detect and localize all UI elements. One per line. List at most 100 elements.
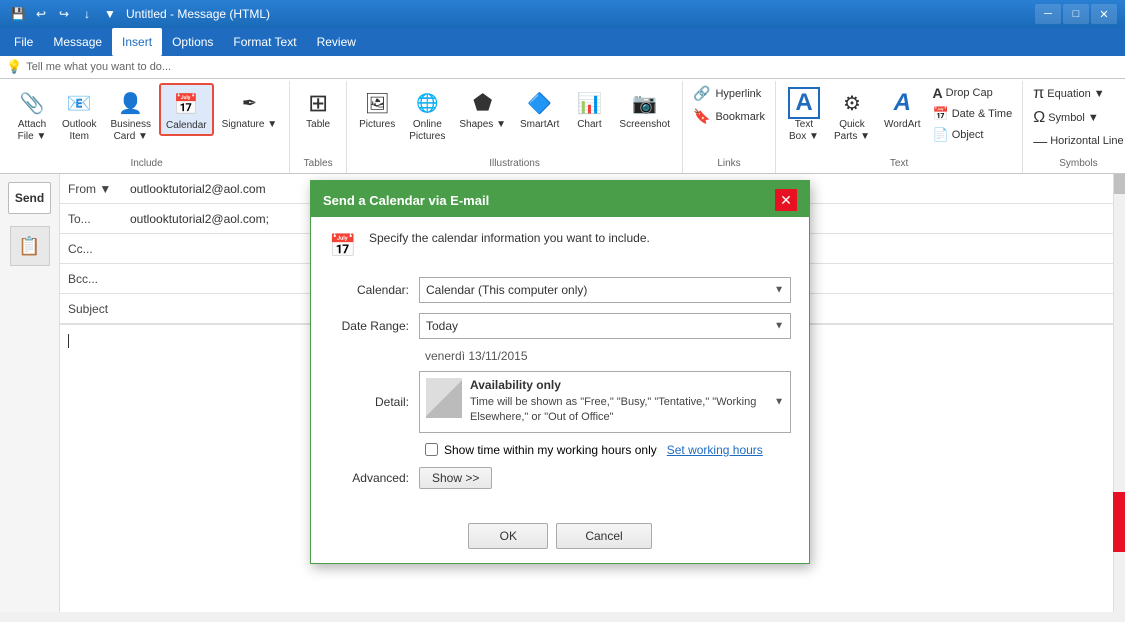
- signature-button[interactable]: ✒ Signature ▼: [216, 83, 283, 134]
- dropdown-icon[interactable]: ▼: [100, 4, 120, 24]
- menu-options[interactable]: Options: [162, 28, 223, 56]
- close-button[interactable]: ✕: [1091, 4, 1117, 24]
- calendar-small-icon: 📅: [329, 233, 359, 263]
- attach-file-button[interactable]: 📎 AttachFile ▼: [10, 83, 54, 147]
- menu-review[interactable]: Review: [307, 28, 366, 56]
- chart-label: Chart: [577, 119, 601, 130]
- symbols-group-label: Symbols: [1059, 158, 1097, 171]
- table-icon: ⊞: [302, 87, 334, 119]
- online-pictures-icon: 🌐: [411, 87, 443, 119]
- outlook-item-label: OutlookItem: [62, 119, 96, 143]
- calendar-button[interactable]: 📅 Calendar: [159, 83, 214, 136]
- calendar-select-wrap: Calendar (This computer only) ▼: [419, 277, 791, 303]
- business-card-button[interactable]: 👤 BusinessCard ▼: [104, 83, 157, 147]
- ribbon-illustrations-items: 🖼 Pictures 🌐 OnlinePictures ⬟ Shapes ▼ 🔷…: [353, 83, 676, 158]
- attach-file-label: AttachFile ▼: [18, 119, 47, 143]
- calendar-row: Calendar: Calendar (This computer only) …: [329, 277, 791, 303]
- ribbon-group-text: A TextBox ▼ ⚙ QuickParts ▼ A WordArt A D…: [776, 81, 1023, 173]
- subject-label: Subject: [68, 302, 128, 316]
- send-button[interactable]: Send: [8, 182, 51, 214]
- scrollbar-thumb[interactable]: [1114, 174, 1125, 194]
- date-display-text: venerdì 13/11/2015: [425, 349, 791, 363]
- ribbon-tables-items: ⊞ Table: [296, 83, 340, 158]
- redo-icon[interactable]: ↪: [54, 4, 74, 24]
- hyperlink-button[interactable]: 🔗 Hyperlink: [689, 83, 769, 104]
- outlook-item-button[interactable]: 📧 OutlookItem: [56, 83, 102, 147]
- email-sidebar: Send 📋: [0, 174, 60, 612]
- horizontal-line-button[interactable]: — Horizontal Line: [1029, 131, 1125, 151]
- shapes-label: Shapes ▼: [459, 119, 506, 130]
- screenshot-button[interactable]: 📷 Screenshot: [613, 83, 676, 134]
- include-group-label: Include: [130, 158, 162, 171]
- wordart-label: WordArt: [884, 119, 921, 130]
- detail-label: Detail:: [329, 395, 419, 409]
- from-label[interactable]: From ▼: [68, 182, 128, 196]
- cancel-button[interactable]: Cancel: [556, 523, 651, 549]
- save-icon[interactable]: 💾: [8, 4, 28, 24]
- attach-file-icon: 📎: [16, 87, 48, 119]
- equation-icon: π: [1033, 85, 1044, 103]
- working-hours-checkbox[interactable]: [425, 443, 438, 456]
- signature-icon: ✒: [233, 87, 265, 119]
- advanced-show-button[interactable]: Show >>: [419, 467, 492, 489]
- tell-me-bar[interactable]: 💡 Tell me what you want to do...: [0, 56, 1125, 79]
- business-card-icon: 👤: [115, 87, 147, 119]
- ribbon-group-include: 📎 AttachFile ▼ 📧 OutlookItem 👤 BusinessC…: [4, 81, 290, 173]
- calendar-select[interactable]: Calendar (This computer only) ▼: [419, 277, 791, 303]
- object-button[interactable]: 📄 Object: [929, 125, 1017, 145]
- advanced-row: Advanced: Show >>: [329, 467, 791, 489]
- ribbon-text-items: A TextBox ▼ ⚙ QuickParts ▼ A WordArt A D…: [782, 83, 1016, 158]
- quick-parts-button[interactable]: ⚙ QuickParts ▼: [828, 83, 876, 147]
- chart-button[interactable]: 📊 Chart: [567, 83, 611, 134]
- table-button[interactable]: ⊞ Table: [296, 83, 340, 134]
- to-label[interactable]: To...: [68, 212, 128, 226]
- menu-insert[interactable]: Insert: [112, 28, 162, 56]
- symbol-button[interactable]: Ω Symbol ▼: [1029, 107, 1125, 129]
- ok-button[interactable]: OK: [468, 523, 548, 549]
- symbol-label: Symbol ▼: [1048, 112, 1099, 124]
- calendar-dialog: Send a Calendar via E-mail ✕ 📅 Specify t…: [310, 180, 810, 564]
- wordart-icon: A: [886, 87, 918, 119]
- object-label: Object: [952, 129, 984, 141]
- calendar-field-label: Calendar:: [329, 283, 419, 297]
- bcc-label[interactable]: Bcc...: [68, 272, 128, 286]
- minimize-button[interactable]: ─: [1035, 4, 1061, 24]
- equation-button[interactable]: π Equation ▼: [1029, 83, 1125, 105]
- drop-cap-button[interactable]: A Drop Cap: [929, 83, 1017, 103]
- ribbon-symbols-items: π Equation ▼ Ω Symbol ▼ — Horizontal Lin…: [1029, 83, 1125, 158]
- detail-area-wrap: Availability only Time will be shown as …: [419, 371, 791, 433]
- text-box-button[interactable]: A TextBox ▼: [782, 83, 826, 147]
- calendar-select-text: Calendar (This computer only): [426, 283, 784, 297]
- bookmark-button[interactable]: 🔖 Bookmark: [689, 106, 769, 127]
- down-icon[interactable]: ↓: [77, 4, 97, 24]
- date-time-button[interactable]: 📅 Date & Time: [929, 104, 1017, 124]
- symbol-icon: Ω: [1033, 109, 1045, 127]
- online-pictures-button[interactable]: 🌐 OnlinePictures: [403, 83, 451, 147]
- ribbon-include-items: 📎 AttachFile ▼ 📧 OutlookItem 👤 BusinessC…: [10, 83, 283, 158]
- date-range-label: Date Range:: [329, 319, 419, 333]
- calendar-icon: 📅: [170, 88, 202, 120]
- sidebar-placeholder-icon: 📋: [10, 226, 50, 266]
- undo-icon[interactable]: ↩: [31, 4, 51, 24]
- menu-file[interactable]: File: [4, 28, 43, 56]
- cc-label[interactable]: Cc...: [68, 242, 128, 256]
- illustrations-group-label: Illustrations: [489, 158, 540, 171]
- detail-select[interactable]: Availability only Time will be shown as …: [419, 371, 791, 433]
- calendar-label: Calendar: [166, 120, 207, 131]
- restore-button[interactable]: □: [1063, 4, 1089, 24]
- signature-label: Signature ▼: [222, 119, 277, 130]
- pictures-button[interactable]: 🖼 Pictures: [353, 83, 401, 134]
- dialog-footer: OK Cancel: [311, 515, 809, 563]
- menu-format-text[interactable]: Format Text: [223, 28, 306, 56]
- lightbulb-icon: 💡: [6, 59, 22, 75]
- smartart-button[interactable]: 🔷 SmartArt: [514, 83, 565, 134]
- date-range-select[interactable]: Today ▼: [419, 313, 791, 339]
- set-working-hours-link[interactable]: Set working hours: [667, 443, 763, 457]
- shapes-button[interactable]: ⬟ Shapes ▼: [453, 83, 512, 134]
- date-time-label: Date & Time: [952, 108, 1013, 120]
- dialog-close-button[interactable]: ✕: [775, 189, 797, 211]
- quick-parts-icon: ⚙: [836, 87, 868, 119]
- outlook-item-icon: 📧: [63, 87, 95, 119]
- wordart-button[interactable]: A WordArt: [878, 83, 927, 134]
- menu-message[interactable]: Message: [43, 28, 112, 56]
